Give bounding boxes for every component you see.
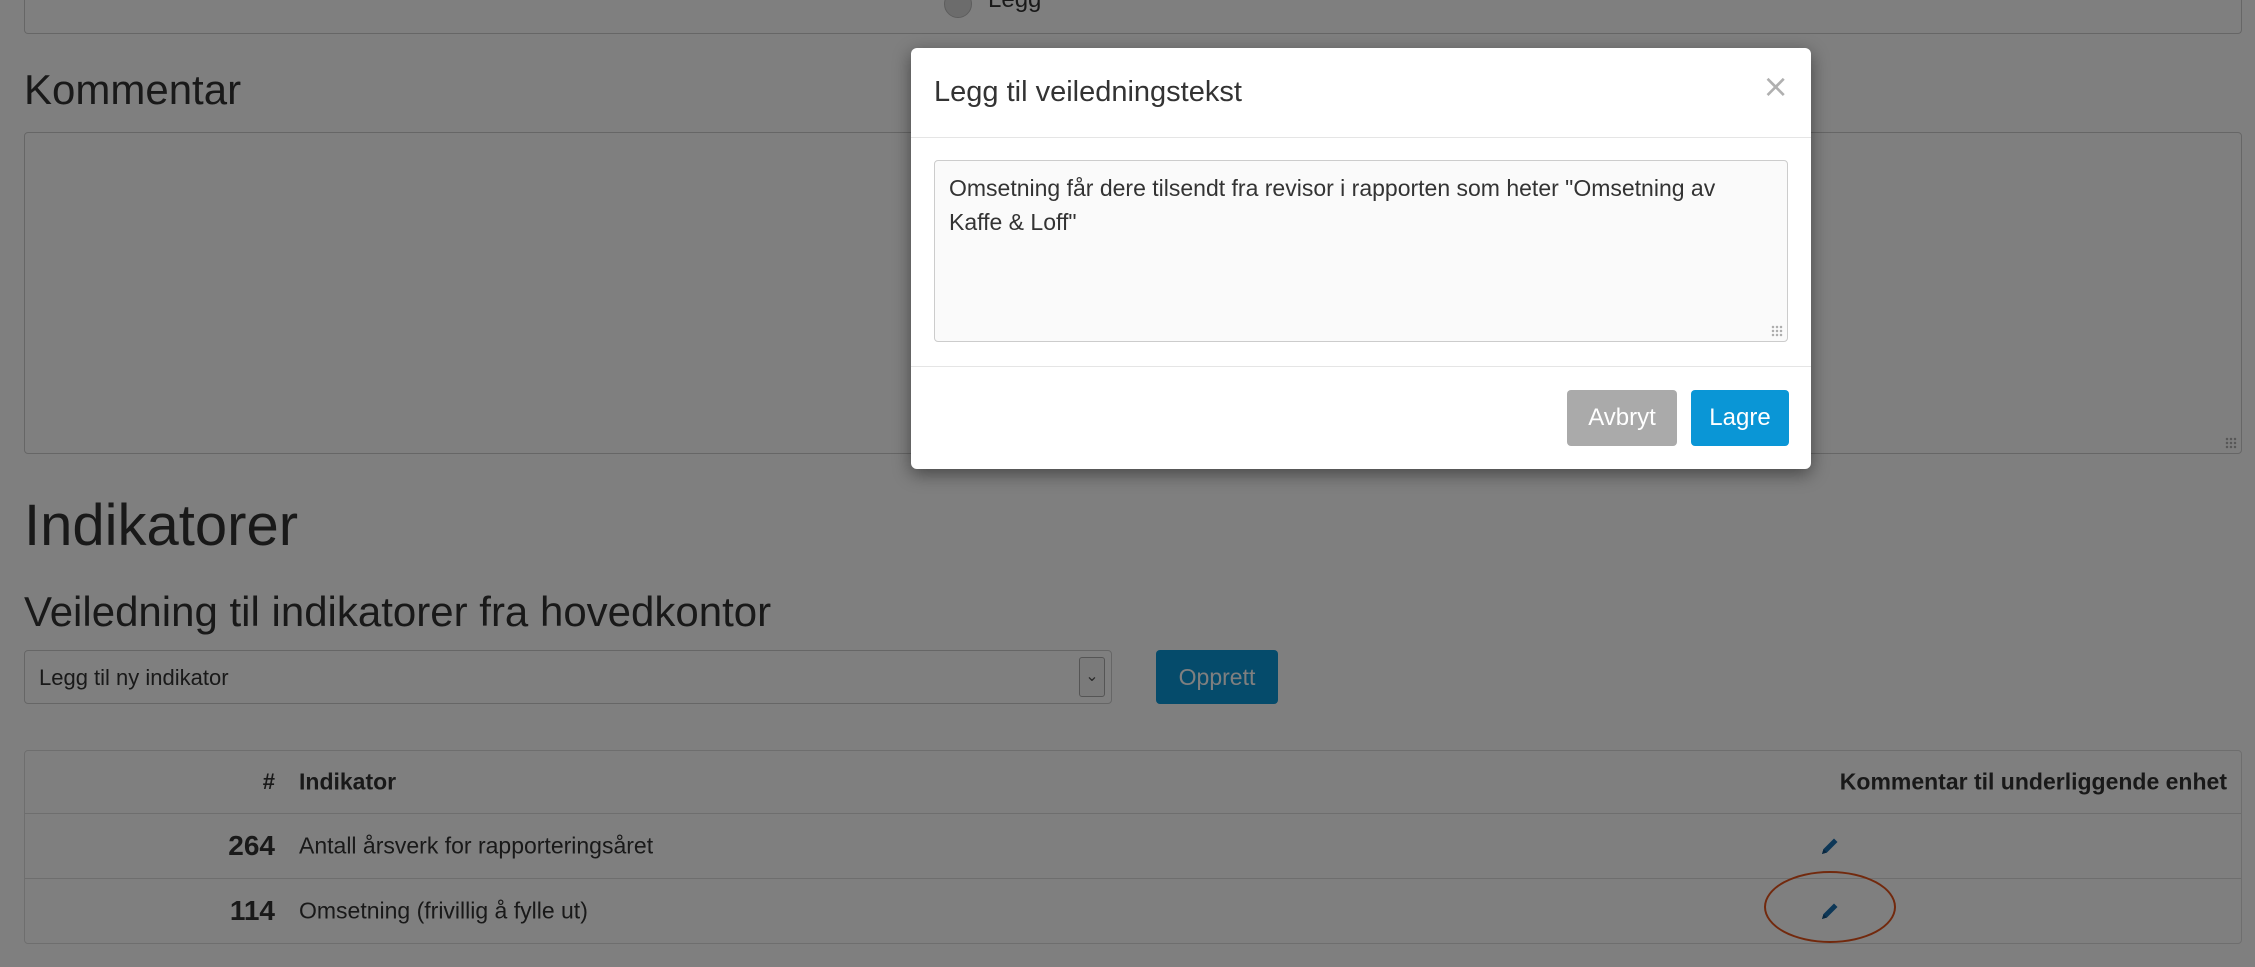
modal-header: Legg til veiledningstekst × <box>911 48 1811 138</box>
cancel-button[interactable]: Avbryt <box>1567 390 1677 446</box>
save-button[interactable]: Lagre <box>1691 390 1789 446</box>
close-icon[interactable]: × <box>1762 70 1789 102</box>
resize-grip-icon[interactable] <box>1771 325 1783 337</box>
veiledning-text: Omsetning får dere tilsendt fra revisor … <box>949 175 1716 235</box>
modal-title: Legg til veiledningstekst <box>934 76 1242 108</box>
veiledning-modal: Legg til veiledningstekst × Omsetning få… <box>911 48 1811 469</box>
modal-body: Omsetning får dere tilsendt fra revisor … <box>911 138 1811 342</box>
modal-footer: Avbryt Lagre <box>911 366 1811 469</box>
veiledning-textarea[interactable]: Omsetning får dere tilsendt fra revisor … <box>934 160 1788 342</box>
